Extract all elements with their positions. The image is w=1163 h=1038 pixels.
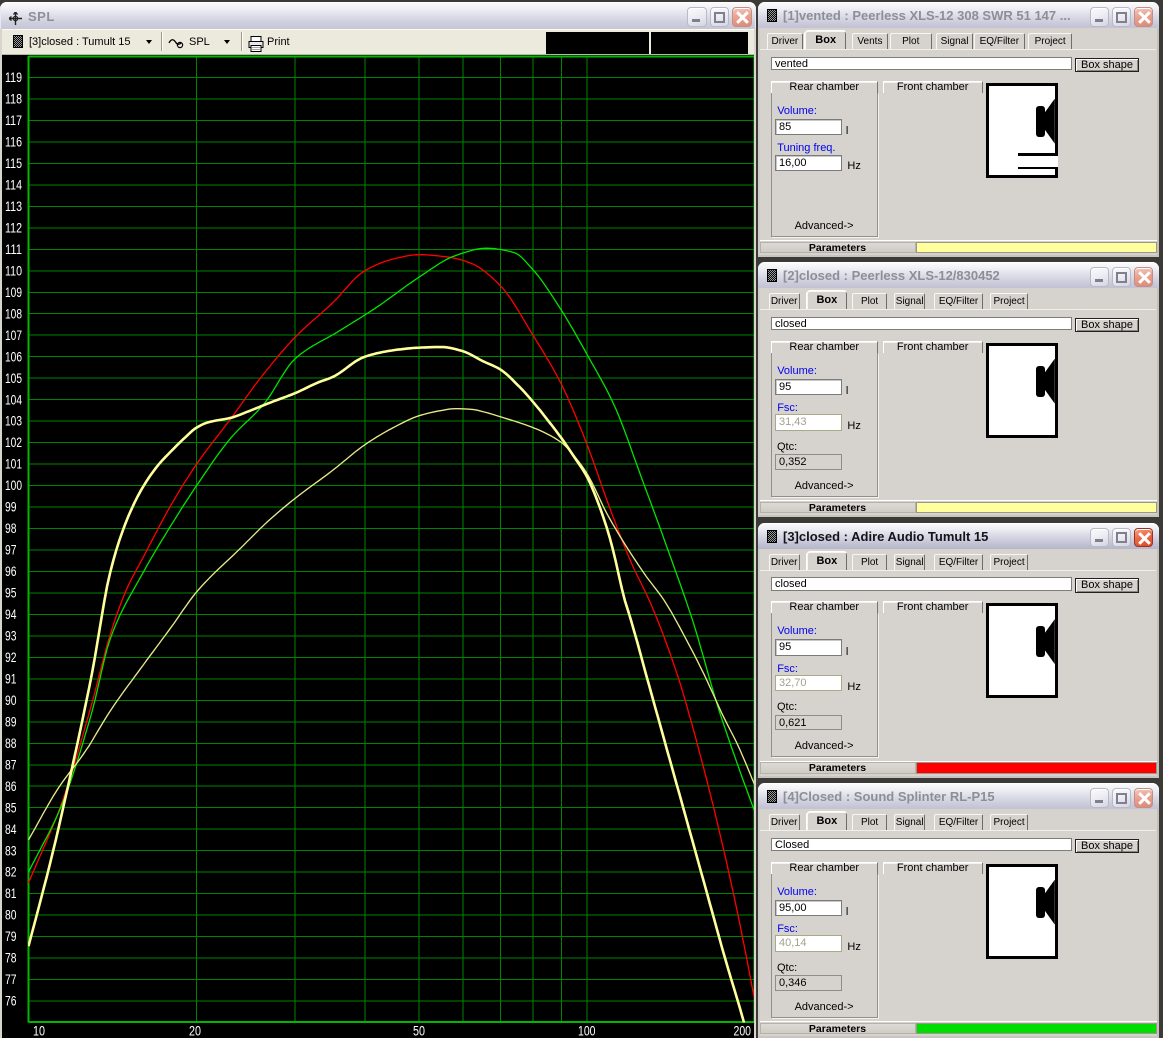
svg-text:110: 110: [5, 263, 22, 278]
svg-text:99: 99: [5, 500, 17, 515]
svg-text:79: 79: [5, 929, 17, 944]
svg-text:113: 113: [5, 199, 22, 214]
svg-text:92: 92: [5, 650, 17, 665]
svg-text:116: 116: [5, 135, 22, 150]
svg-text:81: 81: [5, 886, 17, 901]
svg-text:105: 105: [5, 371, 22, 386]
svg-text:82: 82: [5, 865, 17, 880]
svg-text:76: 76: [5, 994, 17, 1009]
svg-text:85: 85: [5, 800, 17, 815]
svg-text:114: 114: [5, 178, 22, 193]
svg-text:102: 102: [5, 435, 22, 450]
svg-text:117: 117: [5, 113, 22, 128]
svg-text:104: 104: [5, 392, 22, 407]
svg-text:78: 78: [5, 951, 17, 966]
svg-text:119: 119: [5, 70, 22, 85]
svg-text:107: 107: [5, 328, 22, 343]
svg-text:96: 96: [5, 564, 17, 579]
svg-text:84: 84: [5, 822, 17, 837]
svg-text:97: 97: [5, 543, 17, 558]
svg-text:86: 86: [5, 779, 17, 794]
svg-text:118: 118: [5, 92, 22, 107]
svg-text:106: 106: [5, 349, 22, 364]
svg-text:103: 103: [5, 414, 22, 429]
svg-text:20: 20: [189, 1024, 201, 1038]
svg-text:80: 80: [5, 908, 17, 923]
svg-text:108: 108: [5, 306, 22, 321]
svg-text:100: 100: [578, 1024, 596, 1038]
svg-text:90: 90: [5, 693, 17, 708]
svg-text:10: 10: [33, 1024, 45, 1038]
svg-text:115: 115: [5, 156, 22, 171]
svg-text:91: 91: [5, 672, 17, 687]
svg-text:100: 100: [5, 478, 22, 493]
svg-text:109: 109: [5, 285, 22, 300]
svg-text:112: 112: [5, 220, 22, 235]
svg-text:94: 94: [5, 607, 17, 622]
svg-text:95: 95: [5, 586, 17, 601]
svg-text:93: 93: [5, 629, 17, 644]
svg-text:87: 87: [5, 757, 17, 772]
svg-text:98: 98: [5, 521, 17, 536]
svg-text:89: 89: [5, 714, 17, 729]
svg-text:50: 50: [413, 1024, 425, 1038]
svg-text:88: 88: [5, 736, 17, 751]
svg-text:83: 83: [5, 843, 17, 858]
svg-text:200: 200: [734, 1024, 752, 1038]
svg-text:111: 111: [5, 242, 22, 257]
svg-text:77: 77: [5, 972, 17, 987]
svg-text:101: 101: [5, 457, 22, 472]
